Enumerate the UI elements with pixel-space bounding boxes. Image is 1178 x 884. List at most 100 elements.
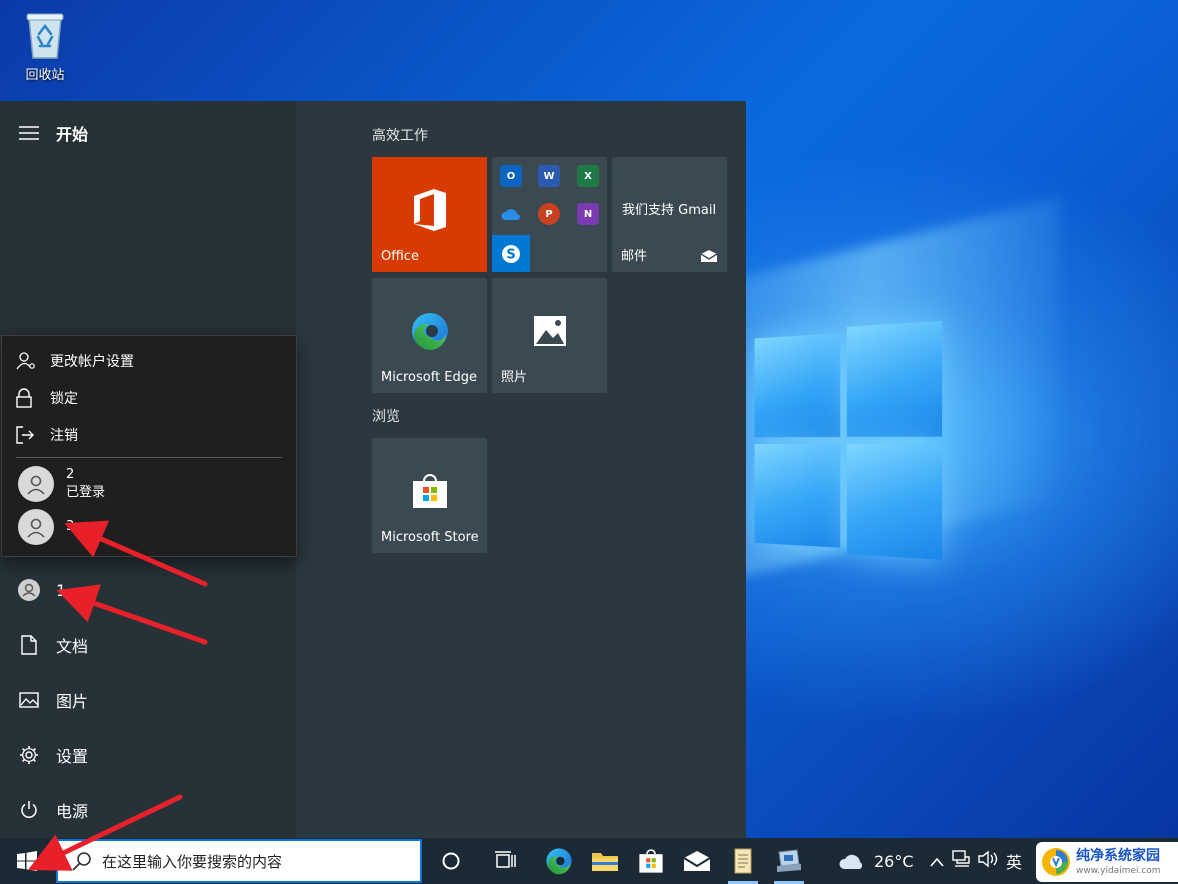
group-label-browse: 浏览 xyxy=(372,409,400,425)
user-name: 2 xyxy=(66,467,75,482)
taskbar-remote-app[interactable] xyxy=(766,838,812,884)
tile-mail[interactable]: 我们支持 Gmail 邮件 xyxy=(612,157,727,272)
tile-mail-label: 邮件 xyxy=(621,249,648,264)
photos-icon xyxy=(533,315,566,346)
rail-item-settings[interactable]: 设置 xyxy=(0,731,296,779)
store-bag-icon xyxy=(639,849,663,873)
powerpoint-icon: P xyxy=(538,203,560,225)
system-tray: 英 xyxy=(930,838,1022,884)
cortana-circle-icon xyxy=(442,852,460,870)
start-button[interactable] xyxy=(0,838,54,884)
store-bag-icon xyxy=(412,473,447,508)
rail-item-user-label: 1 xyxy=(56,580,67,600)
tile-edge-label: Microsoft Edge xyxy=(381,370,478,385)
recycle-bin-label: 回收站 xyxy=(25,68,65,83)
taskbar-edge[interactable] xyxy=(536,838,582,884)
search-placeholder: 在这里输入你要搜索的内容 xyxy=(102,852,283,871)
svg-text:S: S xyxy=(506,247,515,262)
user-avatar-icon xyxy=(18,466,54,502)
tiles-area: 高效工作 Office O W X P N S 我们支持 Gmail 邮件 Mi… xyxy=(296,101,746,838)
taskbar: 在这里输入你要搜索的内容 26°C 英 xyxy=(0,838,1178,884)
network-icon[interactable] xyxy=(952,850,972,872)
weather-widget[interactable]: 26°C xyxy=(838,838,914,884)
windows-logo-icon xyxy=(17,851,37,871)
folder-icon xyxy=(592,853,618,871)
account-settings-icon xyxy=(16,351,38,371)
watermark-logo xyxy=(1042,848,1070,876)
rail-item-documents[interactable]: 文档 xyxy=(0,621,296,669)
recycle-bin-icon xyxy=(26,13,64,59)
watermark-title: 纯净系统家园 xyxy=(1076,848,1160,864)
user-avatar-icon xyxy=(18,579,40,601)
mail-envelope-icon xyxy=(700,250,718,262)
office-logo-icon xyxy=(413,188,446,231)
site-watermark: 纯净系统家园 www.yidaimei.com xyxy=(1036,842,1178,882)
notepad-scroll-icon xyxy=(734,848,752,874)
weather-temperature: 26°C xyxy=(874,851,914,871)
document-icon xyxy=(18,634,40,656)
task-view-icon xyxy=(495,851,516,868)
account-flyout: 更改帐户设置 锁定 注销 2 已登录 3 xyxy=(1,335,297,557)
start-menu-header: 开始 xyxy=(0,109,296,157)
excel-icon: X xyxy=(577,165,599,187)
user-status: 已登录 xyxy=(66,485,106,500)
rail-item-documents-label: 文档 xyxy=(56,637,89,656)
sign-out-item[interactable]: 注销 xyxy=(16,420,78,450)
rail-item-settings-label: 设置 xyxy=(56,747,89,766)
wallpaper-windows-logo xyxy=(754,320,946,560)
computer-monitor-icon xyxy=(777,849,801,872)
change-account-settings-item[interactable]: 更改帐户设置 xyxy=(16,346,134,376)
sign-out-label: 注销 xyxy=(50,428,78,444)
sign-out-icon xyxy=(16,426,38,444)
ime-indicator[interactable]: 英 xyxy=(1006,849,1022,873)
hamburger-menu-icon[interactable] xyxy=(18,122,40,144)
tile-store-label: Microsoft Store xyxy=(381,530,479,545)
tile-edge[interactable]: Microsoft Edge xyxy=(372,278,487,393)
cloud-icon xyxy=(839,854,863,869)
user-avatar-icon xyxy=(18,509,54,545)
outlook-icon: O xyxy=(500,165,522,187)
watermark-url: www.yidaimei.com xyxy=(1076,866,1161,876)
tile-store[interactable]: Microsoft Store xyxy=(372,438,487,553)
tile-photos-label: 照片 xyxy=(501,370,528,385)
taskbar-mail[interactable] xyxy=(674,838,720,884)
change-account-settings-label: 更改帐户设置 xyxy=(50,354,134,370)
rail-item-power[interactable]: 电源 xyxy=(0,786,296,834)
mail-envelope-icon xyxy=(683,851,711,871)
tile-office-label: Office xyxy=(381,249,419,264)
edge-browser-icon xyxy=(546,848,572,875)
search-icon xyxy=(72,851,92,871)
user-entry-2[interactable]: 2 已登录 xyxy=(18,466,105,502)
tile-photos[interactable]: 照片 xyxy=(492,278,607,393)
flyout-divider xyxy=(16,457,282,458)
skype-icon: S xyxy=(492,235,530,272)
rail-item-user[interactable]: 1 xyxy=(0,566,296,614)
volume-icon[interactable] xyxy=(978,850,1000,872)
cortana-button[interactable] xyxy=(428,838,474,884)
rail-item-pictures-label: 图片 xyxy=(56,692,89,711)
recycle-bin-desktop-icon[interactable]: 回收站 xyxy=(14,8,76,90)
tile-office-apps-folder[interactable]: O W X P N S xyxy=(492,157,607,272)
taskbar-search-box[interactable]: 在这里输入你要搜索的内容 xyxy=(56,839,422,883)
start-menu-title: 开始 xyxy=(56,125,89,144)
picture-icon xyxy=(18,689,40,711)
chevron-up-icon[interactable] xyxy=(930,852,944,871)
edge-browser-icon xyxy=(411,312,448,350)
onenote-icon: N xyxy=(577,203,599,225)
tile-office[interactable]: Office xyxy=(372,157,487,272)
onedrive-icon xyxy=(500,203,522,225)
gear-icon xyxy=(18,744,40,766)
taskbar-notepad[interactable] xyxy=(720,838,766,884)
power-icon xyxy=(18,799,40,821)
taskbar-store[interactable] xyxy=(628,838,674,884)
user-entry-3[interactable]: 3 xyxy=(18,509,74,545)
tile-mail-promo: 我们支持 Gmail xyxy=(622,203,717,218)
lock-item[interactable]: 锁定 xyxy=(16,383,78,413)
lock-icon xyxy=(16,388,38,408)
group-label-productivity: 高效工作 xyxy=(372,128,428,144)
task-view-button[interactable] xyxy=(483,838,529,884)
rail-item-power-label: 电源 xyxy=(56,802,89,821)
user-name: 3 xyxy=(66,519,75,534)
rail-item-pictures[interactable]: 图片 xyxy=(0,676,296,724)
taskbar-file-explorer[interactable] xyxy=(582,838,628,884)
